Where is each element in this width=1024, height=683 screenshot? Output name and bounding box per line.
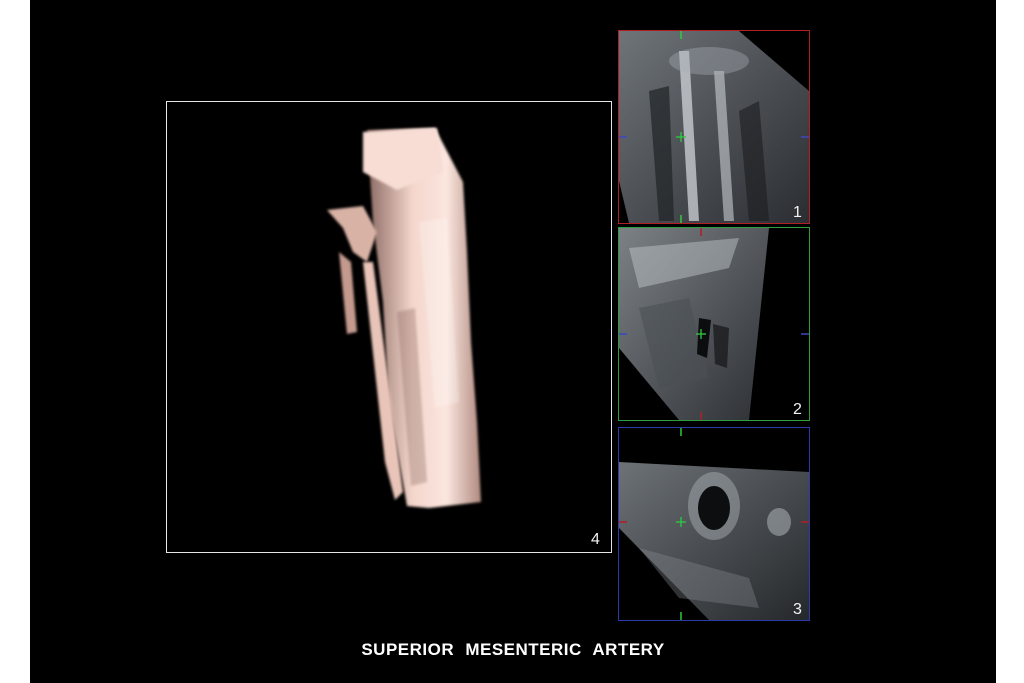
slice-view-3[interactable]: 3: [618, 427, 810, 621]
view-number-1: 1: [793, 204, 802, 221]
view-number-2: 2: [793, 401, 802, 418]
ultrasound-slice-1: [619, 31, 809, 223]
slice-view-2[interactable]: 2: [618, 227, 810, 421]
image-caption: SUPERIOR MESENTERIC ARTERY: [361, 640, 665, 659]
side-branch: [327, 206, 377, 262]
side-strand: [339, 252, 357, 334]
ultrasound-slice-2: [619, 228, 809, 420]
slice-view-1[interactable]: 1: [618, 30, 810, 224]
view-number-4: 4: [591, 531, 600, 548]
volume-render-image: [327, 128, 481, 508]
ultrasound-slice-3: [619, 428, 809, 620]
view-number-3: 3: [793, 601, 802, 618]
render-view-4[interactable]: 4: [166, 101, 612, 553]
